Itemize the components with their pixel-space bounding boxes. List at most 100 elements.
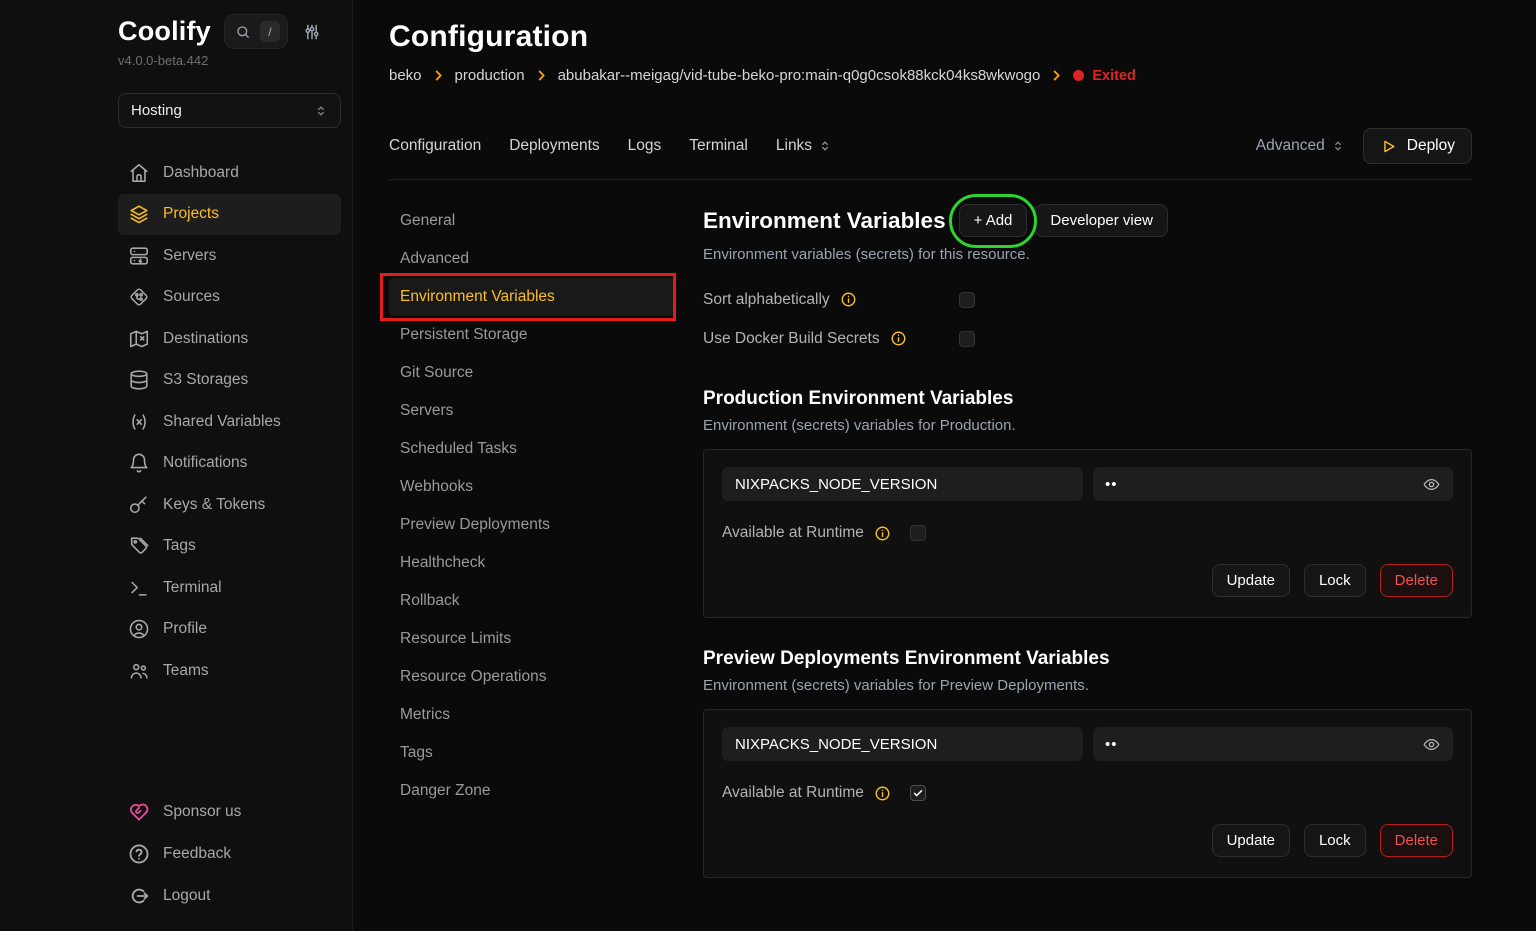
delete-button[interactable]: Delete (1380, 564, 1453, 597)
runtime-row: Available at Runtime (722, 524, 1453, 542)
eye-icon[interactable] (1422, 735, 1441, 754)
subnav-item-rollback[interactable]: Rollback (389, 582, 674, 620)
subnav-item-resource-limits[interactable]: Resource Limits (389, 620, 674, 658)
app-root: Coolify / v4.0.0-beta.442 Hosting Dashbo… (0, 0, 1536, 931)
delete-button[interactable]: Delete (1380, 824, 1453, 857)
status-dot (1073, 70, 1084, 81)
sidebar-item-label: Tags (163, 537, 196, 555)
subnav-item-label: General (400, 212, 455, 229)
sidebar-item-dashboard[interactable]: Dashboard (118, 152, 341, 194)
breadcrumb-item[interactable]: abubakar--meigag/vid-tube-beko-pro:main-… (558, 67, 1041, 84)
subnav-item-environment-variables[interactable]: Environment Variables (389, 278, 674, 316)
sidebar-item-shared-variables[interactable]: Shared Variables (118, 401, 341, 443)
subnav-item-webhooks[interactable]: Webhooks (389, 468, 674, 506)
help-icon (128, 843, 150, 865)
subnav-item-label: Git Source (400, 364, 473, 381)
subnav-item-git-source[interactable]: Git Source (389, 354, 674, 392)
sidebar-item-s3-storages[interactable]: S3 Storages (118, 360, 341, 402)
tag-icon (128, 535, 150, 557)
lock-button[interactable]: Lock (1304, 564, 1366, 597)
breadcrumb: beko production abubakar--meigag/vid-tube-… (389, 67, 1472, 84)
section-title: Production Environment Variables (703, 388, 1472, 410)
runtime-checkbox[interactable] (910, 525, 926, 541)
subnav-item-label: Scheduled Tasks (400, 440, 517, 457)
runtime-checkbox[interactable] (910, 785, 926, 801)
deploy-button[interactable]: Deploy (1363, 128, 1472, 164)
sidebar-item-projects[interactable]: Projects (118, 194, 341, 236)
sidebar-item-teams[interactable]: Teams (118, 650, 341, 692)
info-icon (890, 330, 907, 347)
chevron-right-icon (1049, 68, 1064, 83)
info-icon (874, 785, 891, 802)
tab-links[interactable]: Links (776, 137, 832, 155)
toggle-checkbox[interactable] (959, 331, 975, 347)
sidebar-item-label: Destinations (163, 330, 248, 348)
main-content: Configuration beko production abubakar--me… (353, 0, 1536, 931)
sidebar-footer: Sponsor us FeedbackLogout (118, 791, 341, 917)
env-var-value-field[interactable]: •• (1093, 727, 1453, 761)
update-button[interactable]: Update (1212, 564, 1290, 597)
deploy-label: Deploy (1407, 137, 1455, 155)
chevron-up-down-icon (818, 139, 832, 153)
subnav-item-healthcheck[interactable]: Healthcheck (389, 544, 674, 582)
heart-icon (128, 801, 150, 823)
env-var-masked-value: •• (1105, 736, 1422, 753)
subnav-item-label: Resource Operations (400, 668, 546, 685)
sidebar-item-keys-tokens[interactable]: Keys & Tokens (118, 484, 341, 526)
chevron-right-icon (431, 68, 446, 83)
sidebar-item-label: Sponsor us (163, 803, 241, 821)
sidebar-item-notifications[interactable]: Notifications (118, 443, 341, 485)
subnav-item-preview-deployments[interactable]: Preview Deployments (389, 506, 674, 544)
sidebar-item-logout[interactable]: Logout (118, 875, 341, 917)
settings-sliders-icon[interactable] (302, 22, 322, 42)
tab-logs[interactable]: Logs (628, 137, 662, 155)
team-select[interactable]: Hosting (118, 93, 341, 128)
configuration-content: General AdvancedEnvironment VariablesPers… (389, 202, 1472, 878)
sidebar-item-profile[interactable]: Profile (118, 609, 341, 651)
breadcrumb-item[interactable]: beko (389, 67, 422, 84)
sidebar-item-feedback[interactable]: Feedback (118, 833, 341, 875)
search-icon (235, 24, 251, 40)
tab-terminal[interactable]: Terminal (689, 137, 748, 155)
breadcrumb-item[interactable]: production (455, 67, 525, 84)
subnav-item-tags[interactable]: Tags (389, 734, 674, 772)
subnav-item-metrics[interactable]: Metrics (389, 696, 674, 734)
env-var-key-input[interactable] (722, 467, 1083, 501)
env-sections: Production Environment Variables Environm… (703, 388, 1472, 878)
subnav-item-danger-zone[interactable]: Danger Zone (389, 772, 674, 810)
sidebar-item-servers[interactable]: Servers (118, 235, 341, 277)
lock-button[interactable]: Lock (1304, 824, 1366, 857)
sidebar-item-tags[interactable]: Tags (118, 526, 341, 568)
advanced-dropdown[interactable]: Advanced (1256, 137, 1345, 155)
search-button[interactable]: / (224, 14, 288, 49)
sidebar-item-destinations[interactable]: Destinations (118, 318, 341, 360)
server-icon (128, 245, 150, 267)
sidebar-item-label: Profile (163, 620, 207, 638)
tab-deployments[interactable]: Deployments (509, 137, 599, 155)
update-button[interactable]: Update (1212, 824, 1290, 857)
sidebar-item-label: Dashboard (163, 164, 239, 182)
subnav-item-advanced[interactable]: Advanced (389, 240, 674, 278)
eye-icon[interactable] (1422, 475, 1441, 494)
sidebar-item-terminal[interactable]: Terminal (118, 567, 341, 609)
subnav-item-resource-operations[interactable]: Resource Operations (389, 658, 674, 696)
sidebar-item-label: Projects (163, 205, 219, 223)
section-description: Environment (secrets) variables for Prod… (703, 417, 1472, 434)
subnav-item-label: Preview Deployments (400, 516, 550, 533)
env-var-inputs: •• (722, 467, 1453, 501)
sidebar-item-sources[interactable]: Sources (118, 277, 341, 319)
chevron-right-icon (534, 68, 549, 83)
toggle-checkbox[interactable] (959, 292, 975, 308)
add-button[interactable]: + Add (959, 204, 1028, 237)
sidebar-item-sponsor-us[interactable]: Sponsor us (118, 791, 341, 833)
env-header: Environment Variables + Add Developer vi… (703, 204, 1472, 237)
subnav-item-servers[interactable]: Servers (389, 392, 674, 430)
tab-configuration[interactable]: Configuration (389, 137, 481, 155)
env-var-key-input[interactable] (722, 727, 1083, 761)
toggle-label: Sort alphabetically (703, 291, 959, 309)
subnav-item-persistent-storage[interactable]: Persistent Storage (389, 316, 674, 354)
subnav-item-general[interactable]: General (389, 202, 674, 240)
env-var-value-field[interactable]: •• (1093, 467, 1453, 501)
subnav-item-scheduled-tasks[interactable]: Scheduled Tasks (389, 430, 674, 468)
developer-view-button[interactable]: Developer view (1035, 204, 1168, 237)
